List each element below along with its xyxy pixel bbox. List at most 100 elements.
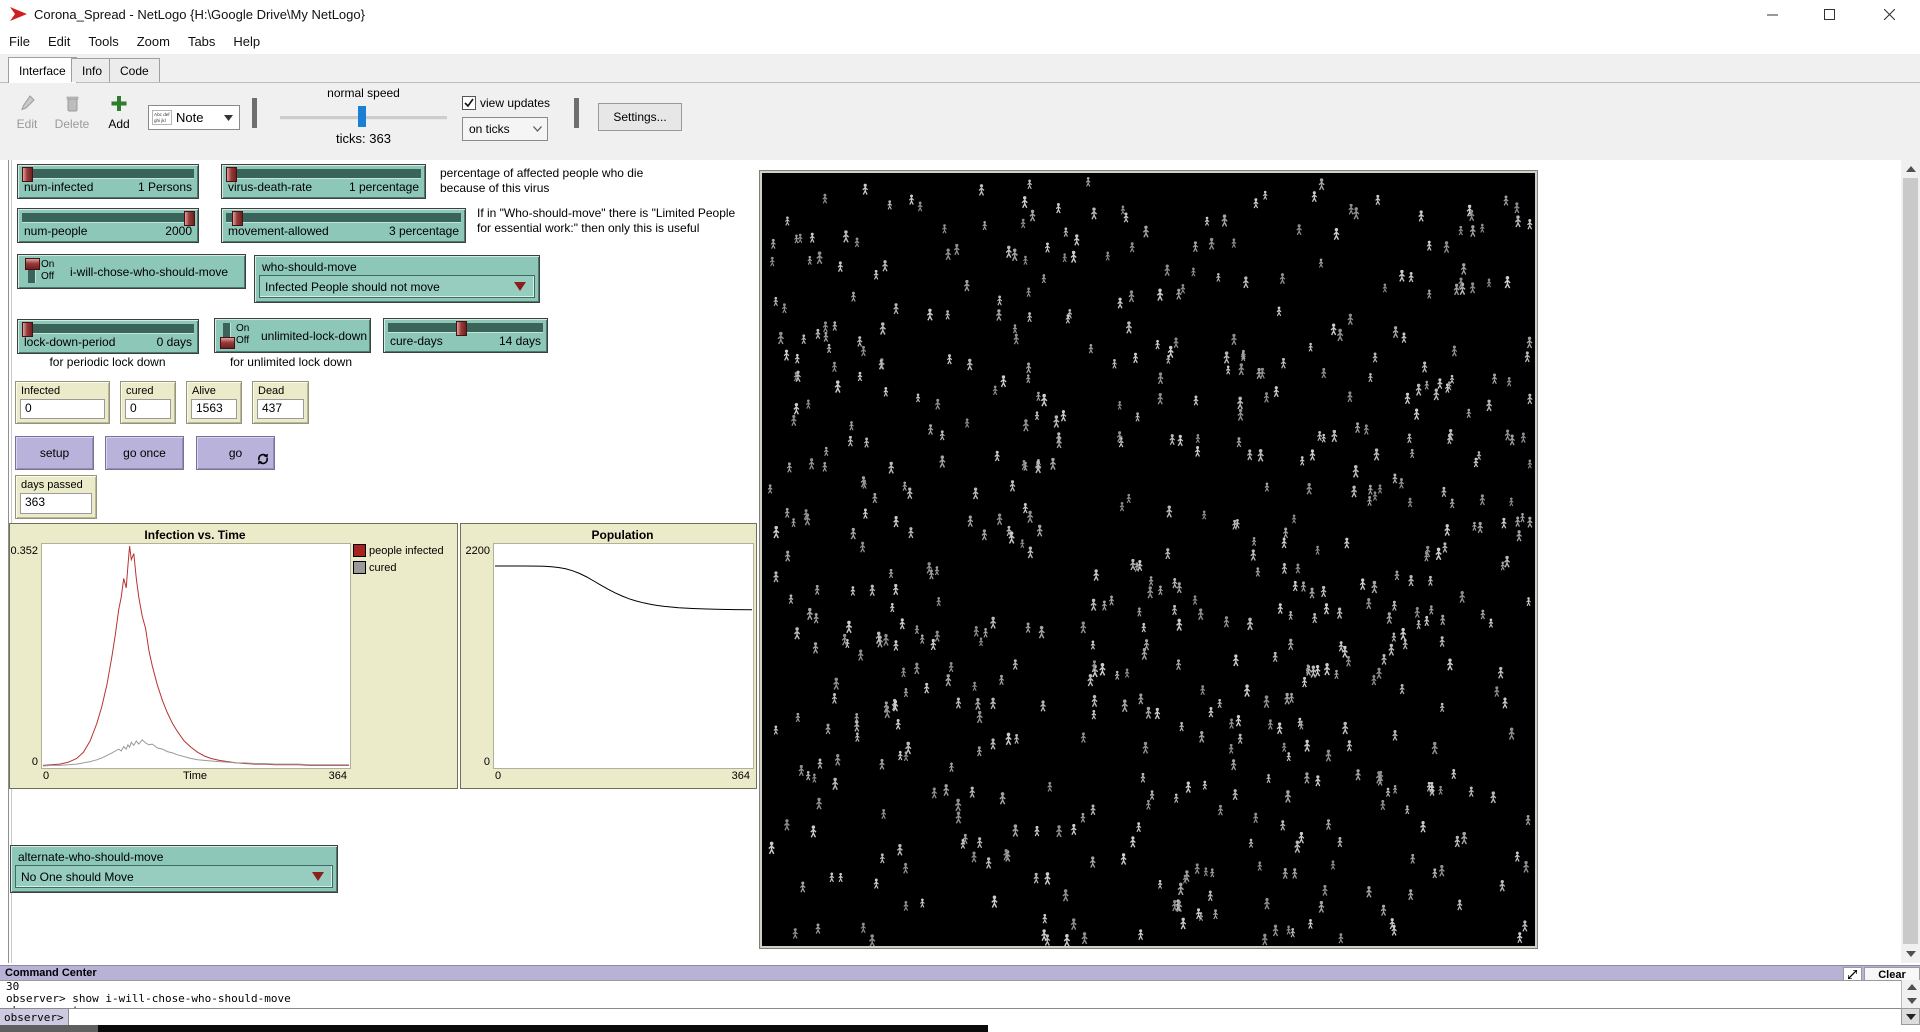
widget-type-dropdown[interactable]: Abc def ghi jkl Note (148, 105, 240, 130)
menu-edit[interactable]: Edit (39, 30, 79, 53)
person-turtle (1130, 559, 1135, 570)
slider-num-infected[interactable]: num-infected1 Persons (17, 164, 199, 199)
world-view[interactable] (759, 170, 1538, 949)
person-turtle (1205, 217, 1209, 226)
update-mode-dropdown[interactable]: on ticks (462, 117, 548, 141)
chooser-who-should-move[interactable]: who-should-move Infected People should n… (254, 255, 540, 303)
scrollbar-thumb[interactable] (1903, 178, 1918, 944)
turtles-layer (762, 173, 1535, 946)
chooser-value-box[interactable]: Infected People should not move (259, 275, 535, 298)
switch-knob[interactable] (25, 258, 40, 270)
person-turtle (1023, 503, 1027, 513)
person-turtle (768, 484, 772, 493)
person-turtle (1319, 901, 1324, 913)
person-turtle (1277, 722, 1282, 733)
switch-unlimited-lock-down[interactable]: On Off unlimited-lock-down (214, 318, 371, 353)
slider-cure-days[interactable]: cure-days14 days (383, 318, 548, 353)
person-turtle (1442, 487, 1446, 497)
person-turtle (1399, 270, 1404, 282)
menu-file[interactable]: File (0, 30, 39, 53)
scroll-up-icon[interactable] (1907, 984, 1917, 990)
person-turtle (1177, 619, 1182, 631)
person-turtle (946, 248, 951, 259)
person-turtle (1403, 639, 1407, 649)
chooser-alternate-who-should-move[interactable]: alternate-who-should-move No One should … (10, 845, 338, 893)
slider-lock-down-period[interactable]: lock-down-period0 days (17, 319, 199, 354)
output-scrollbar[interactable] (1901, 980, 1920, 1008)
slider-name: lock-down-period (24, 335, 115, 349)
scroll-up-icon[interactable] (1906, 166, 1916, 172)
person-turtle (811, 825, 816, 837)
monitor-cured: cured 0 (120, 381, 176, 424)
person-turtle (1022, 460, 1026, 470)
tab-interface[interactable]: Interface (8, 57, 77, 83)
person-turtle (784, 819, 789, 830)
person-turtle (1142, 623, 1146, 632)
minimize-button[interactable] (1749, 0, 1795, 28)
menu-tabs[interactable]: Tabs (179, 30, 224, 53)
forever-icon (257, 453, 269, 465)
note-label: Note (176, 110, 203, 125)
person-turtle (1373, 491, 1377, 500)
diagonal-arrows-icon (1848, 970, 1857, 979)
speed-slider-handle[interactable] (358, 106, 366, 127)
switch-toggle[interactable]: On Off (219, 322, 259, 348)
go-button[interactable]: go (196, 436, 275, 470)
slider-virus-death-rate[interactable]: virus-death-rate1 percentage (221, 164, 426, 199)
bottom-edge-strip (98, 1025, 988, 1032)
person-turtle (1036, 392, 1040, 401)
person-turtle (1509, 727, 1514, 739)
add-button[interactable]: Add (100, 95, 138, 131)
person-turtle (1315, 775, 1320, 786)
person-turtle (1020, 539, 1024, 548)
person-turtle (1035, 461, 1041, 473)
person-turtle (816, 329, 820, 339)
slider-track (226, 213, 461, 223)
scroll-down-icon[interactable] (1906, 951, 1916, 957)
person-turtle (1178, 883, 1184, 895)
edit-button[interactable]: Edit (10, 95, 44, 131)
command-center-header: Command Center Clear (0, 965, 1920, 981)
person-turtle (1307, 483, 1312, 494)
person-turtle (1100, 663, 1106, 675)
person-turtle (1491, 791, 1496, 803)
maximize-button[interactable] (1806, 0, 1852, 28)
person-turtle (1515, 516, 1520, 526)
person-turtle (1353, 465, 1359, 477)
person-turtle (963, 834, 967, 844)
person-turtle (861, 346, 866, 356)
slider-num-people[interactable]: num-people2000 (17, 208, 199, 243)
tab-code[interactable]: Code (109, 58, 160, 82)
person-turtle (1526, 815, 1530, 825)
settings-button[interactable]: Settings... (598, 103, 682, 131)
slider-movement-allowed[interactable]: movement-allowed3 percentage (221, 208, 466, 243)
person-turtle (863, 184, 868, 195)
go-once-button[interactable]: go once (105, 436, 184, 470)
history-dropdown-button[interactable] (1901, 1008, 1920, 1025)
switch-i-will-chose-who-should-move[interactable]: On Off i-will-chose-who-should-move (17, 254, 246, 289)
person-turtle (1133, 353, 1138, 363)
person-turtle (1268, 719, 1273, 729)
command-input[interactable] (69, 1009, 1901, 1026)
tab-info[interactable]: Info (71, 58, 113, 82)
person-turtle (1265, 482, 1269, 491)
person-turtle (920, 634, 924, 643)
view-updates-checkbox[interactable]: view updates (462, 96, 550, 110)
person-turtle (1348, 391, 1353, 402)
panel-scrollbar[interactable] (1901, 160, 1920, 963)
close-button[interactable] (1866, 0, 1912, 28)
delete-button[interactable]: Delete (50, 95, 94, 131)
person-turtle (1209, 707, 1213, 717)
scroll-down-icon[interactable] (1907, 998, 1917, 1004)
menu-help[interactable]: Help (224, 30, 269, 53)
person-turtle (1244, 684, 1249, 696)
person-turtle (1028, 546, 1033, 558)
switch-toggle[interactable]: On Off (24, 258, 64, 284)
switch-knob[interactable] (220, 337, 235, 349)
person-turtle (881, 809, 885, 819)
person-turtle (932, 787, 937, 798)
setup-button[interactable]: setup (15, 436, 94, 470)
menu-tools[interactable]: Tools (79, 30, 127, 53)
menu-zoom[interactable]: Zoom (128, 30, 179, 53)
chooser-value-box[interactable]: No One should Move (15, 865, 333, 888)
